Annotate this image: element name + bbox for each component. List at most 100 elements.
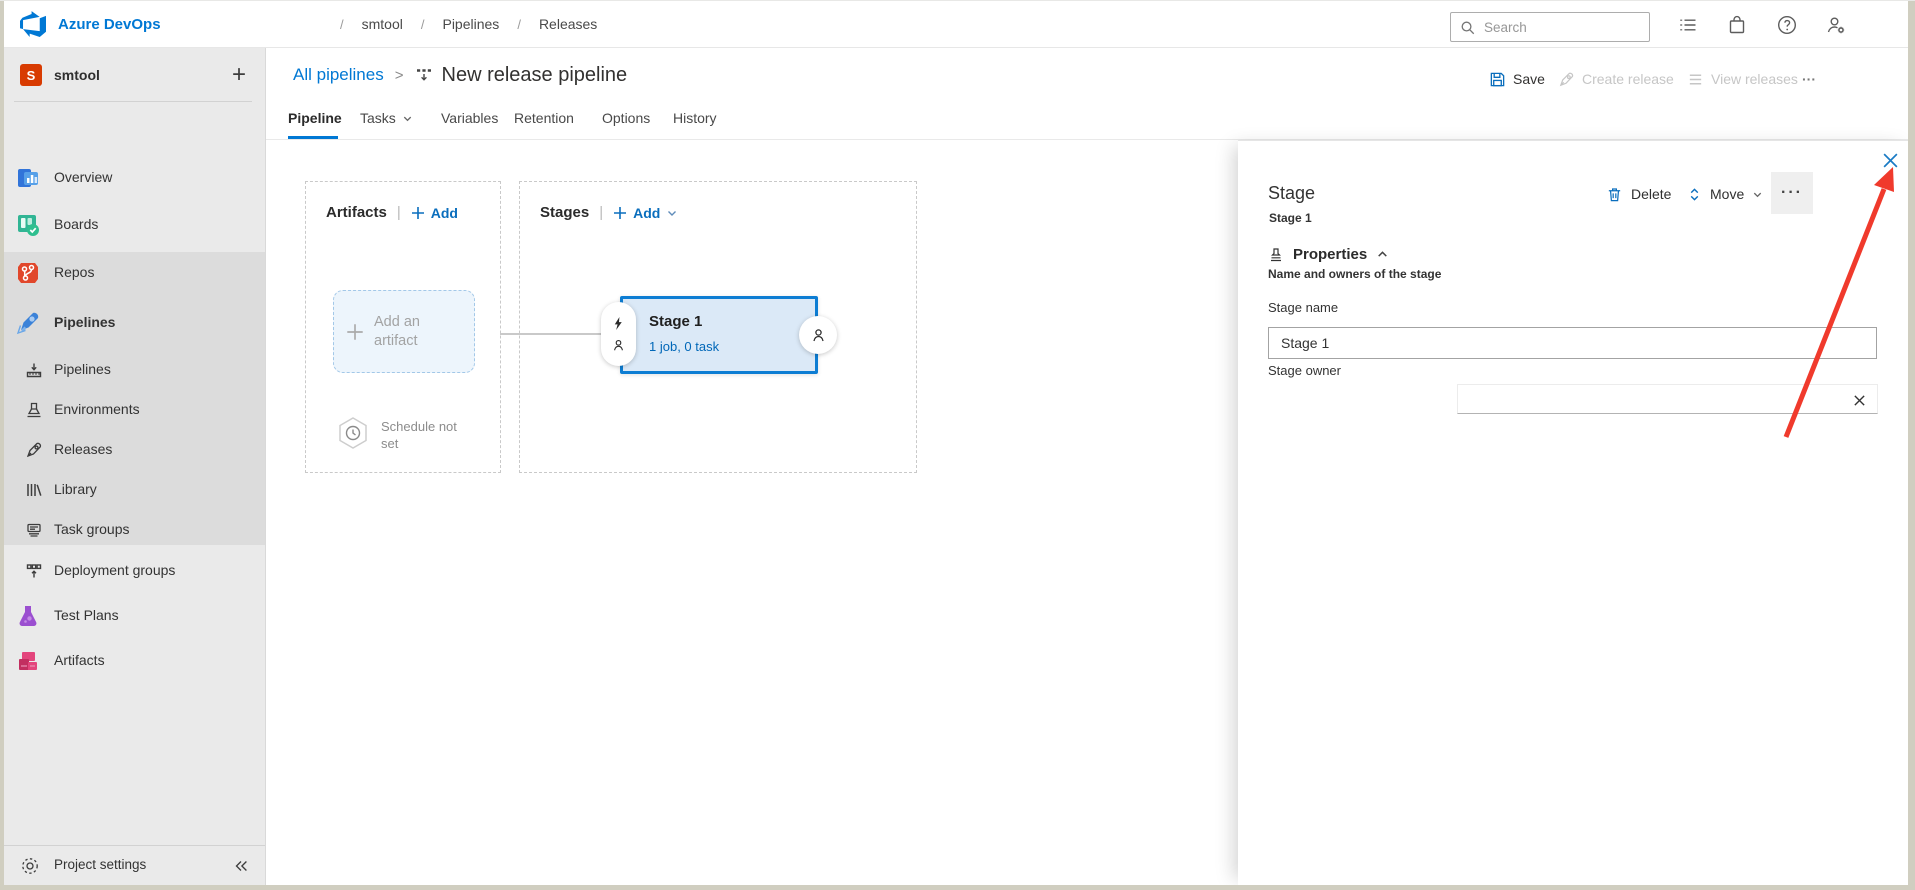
chevron-down-icon xyxy=(1754,192,1762,197)
save-button[interactable]: Save xyxy=(1489,66,1545,92)
breadcrumb-releases[interactable]: Releases xyxy=(539,16,597,32)
azure-devops-logo-icon xyxy=(20,11,46,37)
deployment-groups-icon xyxy=(25,562,43,580)
tab-retention[interactable]: Retention xyxy=(514,110,574,126)
schedule-trigger[interactable]: Schedule not set xyxy=(335,416,477,454)
all-pipelines-link[interactable]: All pipelines xyxy=(293,65,384,85)
breadcrumb: / smtool / Pipelines / Releases xyxy=(340,0,597,48)
collapse-sidebar-icon[interactable] xyxy=(232,857,250,875)
add-stage-button[interactable]: Add xyxy=(613,205,678,221)
sidebar-item-task-groups[interactable]: Task groups xyxy=(0,510,265,550)
search-box[interactable] xyxy=(1450,12,1650,42)
page-title: New release pipeline xyxy=(441,63,628,86)
properties-stamp-icon xyxy=(1271,247,1281,261)
repos-icon xyxy=(16,261,40,285)
search-input[interactable] xyxy=(1484,19,1634,35)
pipelines-sub-icon xyxy=(25,361,43,379)
schedule-label: Schedule not set xyxy=(381,419,457,451)
sidebar-item-overview[interactable]: Overview xyxy=(0,158,265,198)
sidebar-item-boards[interactable]: Boards xyxy=(0,205,265,245)
test-plans-icon xyxy=(16,604,40,628)
artifacts-panel: Artifacts | Add Add an artifact Schedule… xyxy=(305,181,501,473)
plus-icon xyxy=(347,323,363,340)
project-avatar: S xyxy=(20,64,42,86)
sidebar-item-pipelines-sub[interactable]: Pipelines xyxy=(0,350,265,390)
sidebar-project-row[interactable]: S smtool + xyxy=(0,56,265,100)
window-frame-bottom xyxy=(0,885,1915,890)
sidebar-divider xyxy=(14,101,252,102)
delete-stage-button[interactable]: Delete xyxy=(1606,183,1671,205)
stage-owner-picker[interactable] xyxy=(1457,384,1878,414)
stages-title: Stages xyxy=(540,204,590,221)
pipeline-breadcrumb-row: All pipelines > New release pipeline xyxy=(293,60,627,90)
stage-card-job-task-link[interactable]: 1 job, 0 task xyxy=(649,339,719,354)
boards-icon xyxy=(16,213,40,237)
pre-deployment-conditions-button[interactable] xyxy=(601,302,636,366)
sidebar-item-deployment-groups[interactable]: Deployment groups xyxy=(0,551,265,591)
search-icon xyxy=(1459,19,1476,36)
tab-options[interactable]: Options xyxy=(602,110,650,126)
azure-devops-home-link[interactable]: Azure DevOps xyxy=(20,0,161,48)
sidebar-item-environments[interactable]: Environments xyxy=(0,390,265,430)
schedule-clock-icon xyxy=(339,417,367,449)
plus-icon xyxy=(411,206,424,219)
add-artifact-button[interactable]: Add xyxy=(411,205,458,221)
artifacts-title: Artifacts xyxy=(326,204,387,221)
breadcrumb-separator: / xyxy=(517,16,521,32)
sidebar-item-repos[interactable]: Repos xyxy=(0,253,265,293)
work-items-list-icon[interactable] xyxy=(1675,12,1701,38)
tab-tasks[interactable]: Tasks xyxy=(360,110,413,126)
view-releases-button[interactable]: View releases xyxy=(1687,66,1798,92)
sidebar: S smtool + Overview Boards Repos Pipelin… xyxy=(0,48,266,885)
add-artifact-tile[interactable]: Add an artifact xyxy=(333,290,475,373)
stage-properties-panel: Stage Stage 1 Delete Move ··· Properties… xyxy=(1238,140,1915,885)
pipelines-icon xyxy=(16,311,40,335)
gear-icon xyxy=(20,856,38,874)
stage-card-stage-1[interactable]: Stage 1 1 job, 0 task xyxy=(620,296,818,374)
sidebar-item-artifacts[interactable]: Artifacts xyxy=(0,641,265,681)
close-panel-button[interactable] xyxy=(1879,149,1901,171)
user-settings-icon[interactable] xyxy=(1823,12,1849,38)
project-settings-button[interactable]: Project settings xyxy=(0,845,265,885)
window-frame-right xyxy=(1908,0,1915,890)
tab-history[interactable]: History xyxy=(673,110,717,126)
add-project-item-button[interactable]: + xyxy=(224,58,254,92)
sidebar-item-pipelines[interactable]: Pipelines xyxy=(0,303,265,343)
releases-icon xyxy=(25,441,43,459)
artifacts-divider: | xyxy=(396,204,401,221)
release-pipeline-icon xyxy=(415,66,433,84)
properties-section-header[interactable]: Properties xyxy=(1268,246,1389,263)
person-icon xyxy=(614,339,623,351)
create-release-button[interactable]: Create release xyxy=(1558,66,1674,92)
more-actions-button[interactable]: ··· xyxy=(1802,66,1816,92)
breadcrumb-separator: / xyxy=(420,16,425,32)
stages-divider: | xyxy=(599,204,604,221)
post-deployment-conditions-button[interactable] xyxy=(799,316,837,354)
help-icon[interactable] xyxy=(1774,12,1800,38)
chevron-up-icon xyxy=(1378,251,1388,257)
pipeline-page-header: All pipelines > New release pipeline Sav… xyxy=(266,48,1915,140)
move-stage-button[interactable]: Move xyxy=(1687,183,1763,205)
marketplace-bag-icon[interactable] xyxy=(1724,12,1750,38)
window-frame-top xyxy=(0,0,1915,1)
active-tab-underline xyxy=(288,136,338,139)
chevron-down-icon xyxy=(668,210,677,216)
close-icon xyxy=(1883,153,1897,167)
properties-description: Name and owners of the stage xyxy=(1268,267,1442,281)
project-name: smtool xyxy=(54,67,100,83)
panel-more-actions-button[interactable]: ··· xyxy=(1771,172,1813,214)
sidebar-item-test-plans[interactable]: Test Plans xyxy=(0,596,265,636)
breadcrumb-project[interactable]: smtool xyxy=(362,16,403,32)
window-frame-left xyxy=(0,0,4,890)
sidebar-item-releases[interactable]: Releases xyxy=(0,430,265,470)
stage-name-input[interactable] xyxy=(1268,327,1877,359)
azure-devops-release-pipeline-page: Azure DevOps / smtool / Pipelines / Rele… xyxy=(0,0,1915,890)
environments-icon xyxy=(25,401,43,419)
sidebar-item-library[interactable]: Library xyxy=(0,470,265,510)
clear-owner-button[interactable] xyxy=(1851,392,1867,408)
task-groups-icon xyxy=(25,521,43,539)
tab-pipeline[interactable]: Pipeline xyxy=(288,110,342,126)
tab-variables[interactable]: Variables xyxy=(441,110,498,126)
panel-subtitle: Stage 1 xyxy=(1269,211,1312,225)
breadcrumb-pipelines[interactable]: Pipelines xyxy=(442,16,499,32)
